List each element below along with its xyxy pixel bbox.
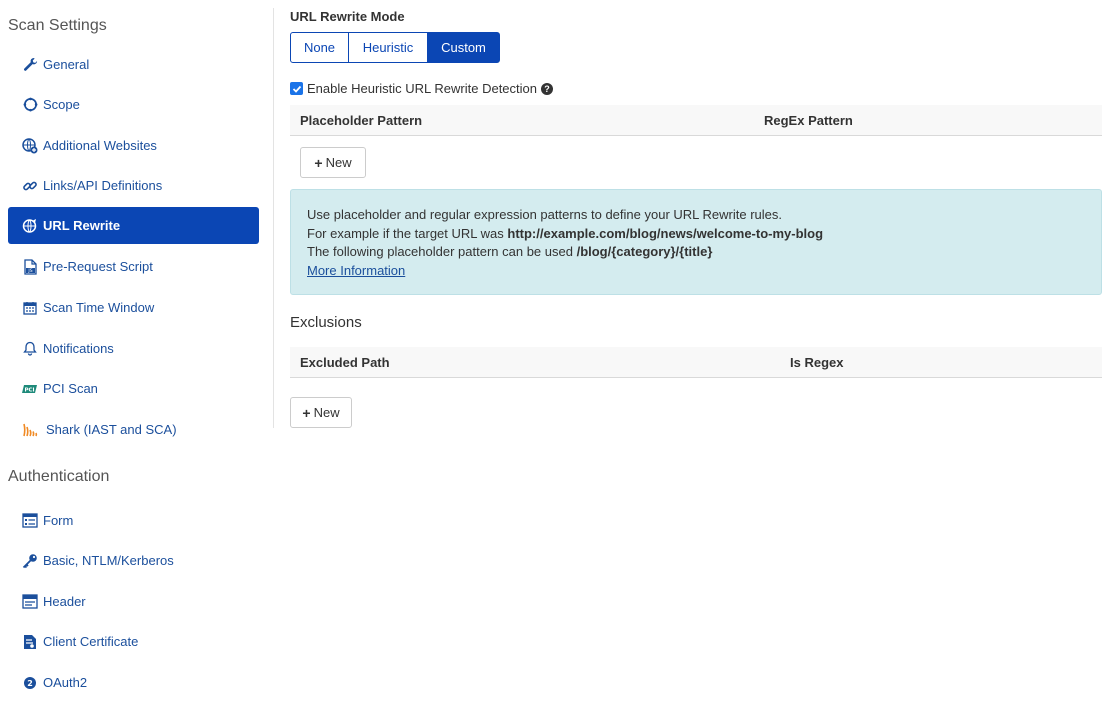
sidebar-item-label: Scan Time Window (43, 300, 155, 315)
shark-signal-icon (22, 422, 38, 438)
more-information-link[interactable]: More Information (307, 263, 405, 278)
sidebar-item-label: Shark (IAST and SCA) (46, 422, 177, 437)
sidebar-item-oauth2[interactable]: 2 OAuth2 (8, 664, 259, 701)
header-window-icon (22, 594, 38, 610)
regex-pattern-column: RegEx Pattern (764, 113, 853, 128)
sidebar-item-label: OAuth2 (43, 675, 88, 690)
add-exclusion-button[interactable]: + New (290, 397, 352, 428)
form-icon (22, 513, 38, 529)
info-line-3: The following placeholder pattern can be… (307, 243, 1101, 262)
sidebar-item-label: Basic, NTLM/Kerberos (43, 553, 174, 568)
add-pattern-button[interactable]: + New (300, 147, 366, 178)
heuristic-detection-label[interactable]: Enable Heuristic URL Rewrite Detection (307, 81, 537, 96)
info-line-2: For example if the target URL was http:/… (307, 225, 1101, 244)
pci-badge-icon: PCI (22, 381, 38, 397)
patterns-table-header: Placeholder Pattern RegEx Pattern (290, 105, 1102, 136)
sidebar: Scan Settings General Scope Additional W… (0, 0, 274, 720)
sidebar-item-url-rewrite[interactable]: URL Rewrite (8, 207, 259, 244)
url-rewrite-mode-label: URL Rewrite Mode (290, 9, 405, 24)
sidebar-item-form[interactable]: Form (8, 502, 259, 539)
sidebar-item-label: PCI Scan (43, 381, 98, 396)
sidebar-item-pci-scan[interactable]: PCI PCI Scan (8, 370, 259, 407)
excluded-path-column: Excluded Path (300, 355, 390, 370)
sidebar-item-additional-websites[interactable]: Additional Websites (8, 127, 259, 164)
info-line-1: Use placeholder and regular expression p… (307, 207, 782, 222)
add-exclusion-label: New (313, 405, 340, 420)
sidebar-item-links-api[interactable]: Links/API Definitions (8, 167, 259, 204)
sidebar-divider (273, 8, 274, 428)
script-file-icon: JS (22, 258, 38, 275)
sidebar-item-label: Scope (43, 97, 80, 112)
exclusions-heading: Exclusions (290, 314, 362, 331)
globe-rewrite-icon (22, 218, 38, 234)
mode-none-button[interactable]: None (290, 32, 349, 63)
sidebar-item-client-certificate[interactable]: Client Certificate (8, 623, 259, 660)
sidebar-item-basic-ntlm[interactable]: Basic, NTLM/Kerberos (8, 542, 259, 579)
example-url: http://example.com/blog/news/welcome-to-… (507, 225, 824, 241)
plus-icon: + (314, 154, 323, 171)
sidebar-item-label: URL Rewrite (43, 218, 121, 233)
globe-plus-icon (22, 137, 38, 154)
svg-text:JS: JS (27, 268, 32, 274)
help-icon[interactable]: ? (541, 82, 554, 95)
sidebar-item-pre-request-script[interactable]: JS Pre-Request Script (8, 248, 259, 285)
key-icon (22, 553, 38, 569)
is-regex-column: Is Regex (790, 355, 844, 370)
bell-icon (22, 341, 38, 357)
info-line-3-prefix: The following placeholder pattern can be… (307, 244, 577, 260)
placeholder-pattern-column: Placeholder Pattern (300, 113, 423, 128)
exclusions-table-header: Excluded Path Is Regex (290, 347, 1102, 378)
sidebar-item-scan-time-window[interactable]: Scan Time Window (8, 289, 259, 326)
scan-settings-heading: Scan Settings (8, 17, 107, 34)
authentication-heading: Authentication (8, 468, 110, 485)
sidebar-item-scope[interactable]: Scope (8, 86, 259, 123)
add-pattern-label: New (325, 155, 352, 170)
info-line-2-prefix: For example if the target URL was (307, 225, 508, 241)
url-rewrite-mode-selector: None Heuristic Custom (290, 32, 500, 63)
sidebar-item-label: Pre-Request Script (43, 259, 153, 274)
sidebar-item-label: Notifications (43, 341, 114, 356)
calendar-icon (22, 300, 38, 316)
url-rewrite-info-box: Use placeholder and regular expression p… (290, 189, 1102, 295)
heuristic-detection-checkbox[interactable] (290, 82, 303, 95)
example-pattern: /blog/{category}/{title} (576, 244, 713, 260)
mode-custom-button[interactable]: Custom (427, 32, 500, 63)
sidebar-item-label: Links/API Definitions (43, 178, 163, 193)
plus-icon: + (302, 404, 311, 421)
sidebar-item-shark[interactable]: Shark (IAST and SCA) (8, 411, 259, 448)
wrench-icon (22, 57, 38, 73)
sidebar-item-label: Additional Websites (43, 138, 157, 153)
mode-heuristic-button[interactable]: Heuristic (348, 32, 428, 63)
certificate-icon (22, 634, 38, 650)
svg-text:2: 2 (27, 679, 33, 688)
sidebar-item-label: Client Certificate (43, 634, 139, 649)
oauth2-icon: 2 (22, 675, 38, 691)
svg-text:PCI: PCI (24, 387, 34, 393)
sidebar-item-label: General (43, 57, 90, 72)
sidebar-item-header[interactable]: Header (8, 583, 259, 620)
heuristic-detection-row: Enable Heuristic URL Rewrite Detection ? (290, 81, 554, 96)
chain-link-icon (22, 178, 38, 194)
sidebar-item-general[interactable]: General (8, 46, 259, 83)
circle-scope-icon (22, 97, 38, 113)
sidebar-item-notifications[interactable]: Notifications (8, 330, 259, 367)
sidebar-item-label: Header (43, 594, 86, 609)
sidebar-item-label: Form (43, 513, 74, 528)
